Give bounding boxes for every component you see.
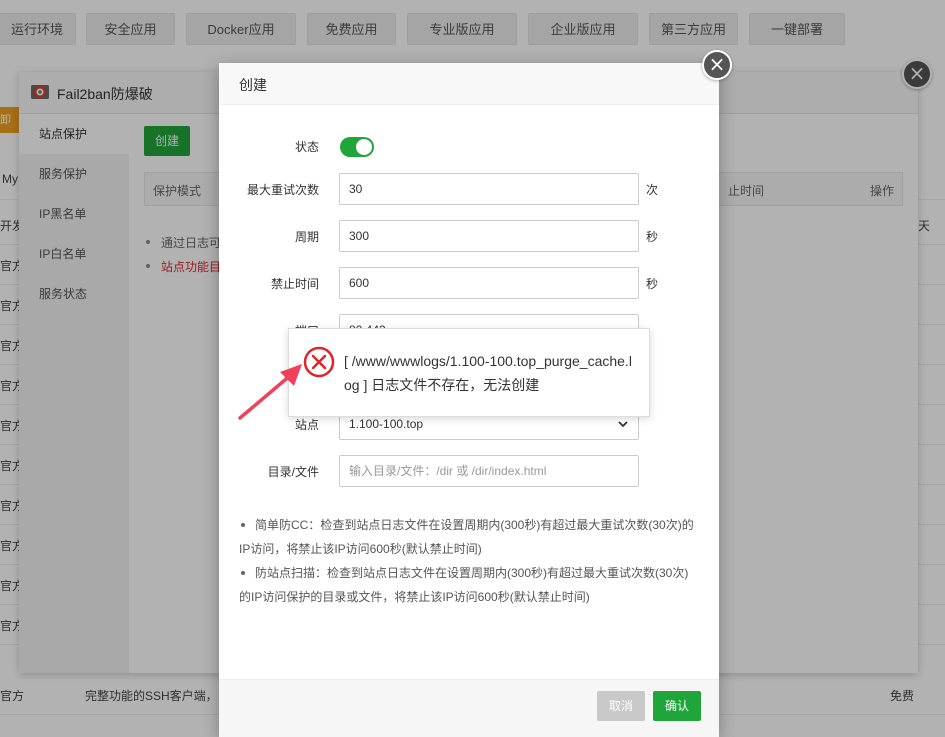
annotation-arrow-icon [238, 364, 302, 420]
tip-line: 的IP访问保护的目录或文件，将禁止该IP访问600秒(默认禁止时间) [239, 590, 590, 604]
dir-input[interactable]: 输入目录/文件：/dir 或 /dir/index.html [339, 455, 639, 487]
status-label: 状态 [294, 140, 319, 154]
ban-time-unit: 秒 [646, 277, 659, 291]
tip-item: 防站点扫描：检查到站点日志文件在设置周期内(300秒)有超过最大重试次数(30次… [239, 561, 699, 609]
dialog-tips: 简单防CC：检查到站点日志文件在设置周期内(300秒)有超过最大重试次数(30次… [239, 513, 699, 609]
error-toast: [ /www/wwwlogs/1.100-100.top_purge_cache… [288, 328, 650, 417]
dialog-footer: 取消 确认 [219, 679, 719, 737]
error-message: [ /www/wwwlogs/1.100-100.top_purge_cache… [344, 353, 632, 393]
status-toggle[interactable] [340, 137, 374, 157]
ban-time-input[interactable]: 600 [339, 267, 639, 299]
max-retry-unit: 次 [646, 183, 659, 197]
max-retry-input[interactable]: 30 [339, 173, 639, 205]
chevron-down-icon [618, 421, 628, 428]
tip-line: 简单防CC：检查到站点日志文件在设置周期内(300秒)有超过最大重试次数(30次… [255, 518, 694, 532]
period-input[interactable]: 300 [339, 220, 639, 252]
dialog-header: 创建 [219, 63, 719, 105]
confirm-button[interactable]: 确认 [653, 691, 701, 721]
ban-time-label: 禁止时间 [270, 277, 319, 291]
error-icon [303, 346, 335, 378]
max-retry-label: 最大重试次数 [246, 183, 319, 197]
cancel-button[interactable]: 取消 [597, 691, 645, 721]
period-label: 周期 [294, 230, 319, 244]
tip-line: IP访问，将禁止该IP访问600秒(默认禁止时间) [239, 542, 482, 556]
dialog-close-icon[interactable]: × [702, 50, 732, 80]
site-select-value: 1.100-100.top [349, 417, 424, 431]
period-unit: 秒 [646, 230, 659, 244]
tip-line: 防站点扫描：检查到站点日志文件在设置周期内(300秒)有超过最大重试次数(30次… [255, 566, 689, 580]
tip-item: 简单防CC：检查到站点日志文件在设置周期内(300秒)有超过最大重试次数(30次… [239, 513, 699, 561]
dir-label: 目录/文件 [267, 465, 319, 479]
dialog-title: 创建 [239, 77, 267, 93]
